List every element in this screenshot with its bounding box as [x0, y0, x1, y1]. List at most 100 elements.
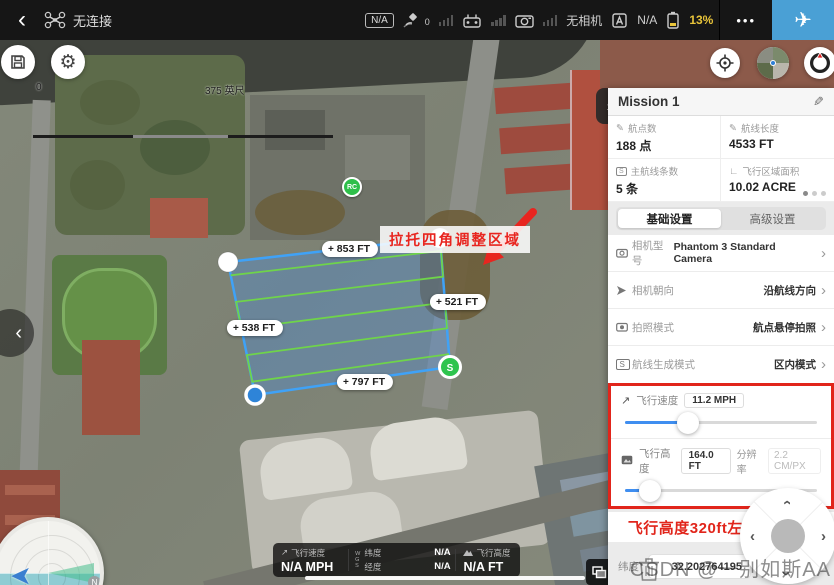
scale-label: 375 英尺 [205, 82, 244, 97]
gear-icon: ⚙ [59, 51, 76, 74]
move-icon: + [343, 377, 349, 388]
telemetry-speed-value: N/A MPH [281, 560, 340, 574]
row-photo-mode[interactable]: 拍照模式 航点悬停拍照 › [608, 309, 834, 346]
compass-north-badge: N [88, 576, 101, 585]
compass-button[interactable] [804, 47, 834, 79]
nudge-left-button[interactable]: ‹ [750, 528, 755, 545]
gps-signal-bars [439, 15, 454, 26]
chevron-right-icon: › [821, 245, 826, 262]
battery-percent: 13% [689, 13, 713, 27]
speed-slider-thumb[interactable] [677, 412, 699, 434]
tab-advanced-settings[interactable]: 高级设置 [721, 209, 824, 228]
more-button[interactable]: ••• [720, 13, 772, 28]
rc-home-marker: RC [342, 177, 362, 197]
stat-main-lines: S主航线条数 5 条 [608, 159, 721, 202]
speed-icon: ↗ [281, 547, 288, 558]
pen-icon: ✎ [729, 123, 737, 134]
mission-header: Mission 1 ✎ [608, 88, 834, 116]
chevron-right-icon: › [821, 282, 826, 299]
mission-panel: Mission 1 ✎ ✎航点数 188 点 ✎航线长度 4533 FT S主航… [608, 88, 834, 585]
speed-value-box[interactable]: 11.2 MPH [684, 393, 744, 408]
wgs-label: WGS [349, 551, 360, 569]
speed-icon: ↗ [621, 394, 630, 407]
altitude-slider-thumb[interactable] [639, 480, 661, 502]
settings-tabs: 基础设置 高级设置 [616, 207, 826, 230]
row-route-mode[interactable]: S 航线生成模式 区内模式 › [608, 346, 834, 383]
map-courts-small [150, 198, 208, 238]
takeoff-button[interactable]: ✈ [772, 0, 834, 40]
locate-button[interactable] [710, 48, 740, 78]
tab-basic-settings[interactable]: 基础设置 [618, 209, 721, 228]
speed-slider[interactable] [625, 421, 817, 424]
resolution-value: 2.2 CM/PX [768, 448, 821, 474]
chevron-right-icon: › [821, 319, 826, 336]
mission-stats: ✎航点数 188 点 ✎航线长度 4533 FT S主航线条数 5 条 ∟飞行区… [608, 116, 834, 202]
aircraft-heading-icon: ➤ [10, 561, 32, 585]
stat-route-length: ✎航线长度 4533 FT [721, 116, 834, 159]
copy-icon [592, 566, 607, 579]
rc-signal-bars [491, 15, 506, 26]
drone-icon [44, 11, 66, 29]
satellite-icon [403, 12, 421, 28]
speed-slider-row: ↗ 飞行速度 11.2 MPH [611, 386, 831, 438]
map-redroofs-leftmid [82, 340, 140, 435]
map-thumbnail-button[interactable] [757, 47, 789, 79]
ruler-icon: ∟ [729, 166, 738, 177]
chevron-right-icon: › [821, 356, 826, 373]
edge-label-top: +853 FT [322, 241, 378, 257]
route-icon: S [616, 167, 627, 176]
connection-status: 无连接 [73, 11, 112, 30]
altitude-res-icon [621, 455, 633, 468]
edge-label-bottom: +797 FT [337, 374, 393, 390]
save-button[interactable] [1, 45, 35, 79]
heading-icon [616, 285, 630, 296]
stats-page-dots[interactable] [803, 191, 826, 196]
thumbnail-dot [770, 60, 776, 66]
gps-mode-badge: N/A [365, 13, 394, 28]
move-icon: + [436, 297, 442, 308]
save-icon [10, 54, 26, 70]
back-button[interactable]: ‹ [0, 1, 44, 39]
flight-mode-icon [611, 12, 628, 29]
telemetry-alt-label: 飞行高度 [476, 547, 510, 559]
compass-icon [808, 51, 832, 75]
scale-bar [33, 135, 333, 138]
home-indicator[interactable] [305, 576, 585, 580]
satellite-count: 0 [425, 17, 430, 27]
crosshair-icon [716, 54, 734, 72]
attitude-compass: ➤ N [0, 517, 104, 585]
flight-mode-value: N/A [637, 13, 657, 27]
nudge-center-button[interactable] [771, 519, 805, 553]
settings-button[interactable]: ⚙ [51, 45, 85, 79]
camera-small-icon [616, 248, 630, 258]
camera-signal-bars [543, 15, 558, 26]
route-mode-icon: S [616, 359, 630, 370]
scale-zero: 0 [36, 82, 42, 93]
move-icon: + [233, 323, 239, 334]
nudge-up-button[interactable]: › [778, 500, 795, 505]
mission-title: Mission 1 [618, 94, 680, 109]
pen-icon: ✎ [616, 123, 624, 134]
edge-label-right: +521 FT [430, 294, 486, 310]
edit-mission-button[interactable]: ✎ [813, 94, 824, 110]
remote-controller-icon [462, 13, 482, 28]
nudge-right-button[interactable]: › [821, 528, 826, 545]
telemetry-coords: 纬度N/A 经度N/A [360, 547, 454, 573]
camera-icon [515, 13, 534, 28]
annotation-hint: 拉托四角调整区域 [380, 226, 530, 253]
row-camera-heading[interactable]: 相机朝向 沿航线方向 › [608, 272, 834, 309]
plane-icon: ✈ [794, 8, 812, 33]
telemetry-speed-label: 飞行速度 [291, 547, 325, 559]
telemetry-bar: ↗飞行速度 N/A MPH WGS 纬度N/A 经度N/A 飞行高度 N/A F… [273, 543, 520, 577]
row-camera-model[interactable]: 相机型号 Phantom 3 Standard Camera › [608, 235, 834, 272]
chevron-left-icon: ‹ [15, 322, 22, 345]
top-status-bar: ‹ 无连接 N/A 0 无相机 N/A 13% ••• ✈ [0, 0, 834, 40]
move-icon: + [328, 244, 334, 255]
watermark: CSDN @一别如斯AA [630, 553, 831, 582]
camera-status: 无相机 [566, 12, 602, 29]
telemetry-alt-value: N/A FT [463, 560, 512, 574]
altitude-value-box[interactable]: 164.0 FT [681, 448, 731, 474]
altitude-icon [463, 548, 473, 558]
edge-label-left: +538 FT [227, 320, 283, 336]
stat-waypoints: ✎航点数 188 点 [608, 116, 721, 159]
